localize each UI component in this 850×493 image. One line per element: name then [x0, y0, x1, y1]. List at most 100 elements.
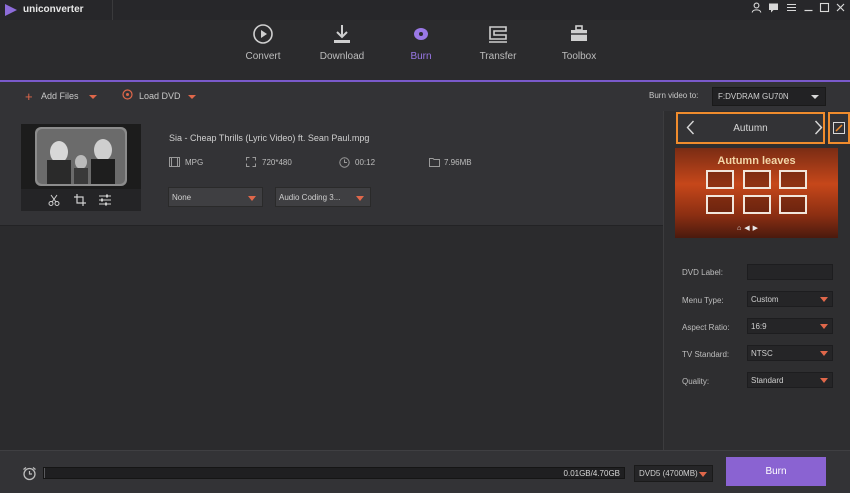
disc-icon — [122, 89, 133, 102]
edit-icon — [833, 122, 845, 134]
add-files-button[interactable]: Add Files — [41, 91, 79, 101]
tab-download[interactable]: Download — [303, 20, 381, 80]
load-dvd-button[interactable]: Load DVD — [139, 91, 181, 101]
tab-toolbox-label: Toolbox — [561, 51, 597, 62]
folder-icon — [429, 158, 440, 167]
disc-capacity-bar: 0.01GB/4.70GB — [43, 467, 625, 479]
file-item[interactable]: Sia - Cheap Thrills (Lyric Video) ft. Se… — [0, 111, 663, 226]
chevron-down-icon — [820, 324, 828, 329]
resolution-icon — [246, 157, 256, 167]
load-dvd-dropdown-icon[interactable] — [188, 95, 196, 99]
tab-burn[interactable]: Burn — [382, 20, 460, 80]
menu-type-value: Custom — [751, 295, 779, 304]
chevron-down-icon — [356, 196, 364, 201]
tab-convert-label: Convert — [245, 51, 281, 62]
file-format: MPG — [185, 158, 204, 167]
disc-type-select[interactable]: DVD5 (4700MB) — [634, 465, 713, 482]
file-name: Sia - Cheap Thrills (Lyric Video) ft. Se… — [169, 133, 370, 143]
crop-icon[interactable] — [74, 194, 86, 206]
video-thumbnail[interactable] — [21, 124, 141, 189]
chevron-down-icon — [811, 95, 819, 99]
tab-convert[interactable]: Convert — [224, 20, 302, 80]
chevron-down-icon — [699, 472, 707, 477]
file-resolution: 720*480 — [262, 158, 292, 167]
plus-icon: + — [25, 89, 33, 104]
maximize-icon[interactable] — [817, 2, 831, 16]
tab-burn-label: Burn — [410, 51, 432, 62]
preview-chapter-box — [706, 195, 734, 214]
tab-transfer-label: Transfer — [479, 51, 517, 62]
chevron-down-icon — [820, 351, 828, 356]
burn-target-value: F:DVDRAM GU70N — [718, 92, 789, 101]
dvd-label-field[interactable] — [747, 264, 833, 280]
preview-chapter-box — [779, 170, 807, 189]
app-title: uniconverter — [23, 4, 84, 15]
convert-icon — [253, 24, 273, 44]
clock-icon — [339, 157, 350, 168]
feedback-icon[interactable] — [766, 2, 780, 16]
next-template-button[interactable] — [814, 120, 823, 139]
user-icon[interactable] — [749, 2, 763, 16]
tv-standard-value: NTSC — [751, 349, 773, 358]
close-icon[interactable] — [833, 2, 847, 16]
file-duration: 00:12 — [355, 158, 376, 167]
preview-chapter-box — [779, 195, 807, 214]
subtitle-select-value: None — [172, 193, 192, 202]
toolbar: + Add Files Load DVD Burn video to: F:DV… — [0, 82, 850, 111]
quality-select[interactable]: Standard — [747, 372, 833, 388]
chevron-down-icon — [820, 297, 828, 302]
dvd-label-label: DVD Label: — [682, 268, 723, 277]
disc-type-value: DVD5 (4700MB) — [639, 469, 698, 478]
template-selector: Autumn — [676, 112, 825, 144]
audio-track-select[interactable]: Audio Coding 3... — [275, 187, 371, 207]
menu-type-label: Menu Type: — [682, 296, 724, 305]
burn-target-select[interactable]: F:DVDRAM GU70N — [712, 87, 826, 106]
effects-icon[interactable] — [99, 194, 111, 206]
menu-type-select[interactable]: Custom — [747, 291, 833, 307]
tv-standard-label: TV Standard: — [682, 350, 730, 359]
alarm-clock-icon[interactable] — [22, 466, 37, 481]
toolbox-icon — [571, 25, 587, 41]
aspect-ratio-value: 16:9 — [751, 322, 767, 331]
template-name: Autumn — [733, 123, 768, 134]
burn-icon — [414, 28, 428, 40]
download-icon — [334, 25, 350, 43]
minimize-icon[interactable] — [801, 2, 815, 16]
file-size: 7.96MB — [444, 158, 472, 167]
quality-label: Quality: — [682, 377, 710, 386]
tab-download-label: Download — [319, 51, 365, 62]
preview-chapter-box — [706, 170, 734, 189]
edit-template-button[interactable] — [828, 112, 850, 144]
add-files-dropdown-icon[interactable] — [89, 95, 97, 99]
aspect-ratio-select[interactable]: 16:9 — [747, 318, 833, 334]
menu-icon[interactable] — [784, 2, 798, 16]
title-bar: uniconverter — [0, 0, 850, 20]
preview-chapter-box — [743, 195, 771, 214]
dvd-settings-panel: Autumn Autumn leaves ⌂◀▶ DVD Label: Menu… — [663, 111, 850, 450]
preview-chapter-box — [743, 170, 771, 189]
disc-capacity-text: 0.01GB/4.70GB — [563, 469, 620, 478]
template-preview[interactable]: Autumn leaves ⌂◀▶ — [675, 148, 838, 238]
chevron-down-icon — [248, 196, 256, 201]
thumbnail-tools — [21, 189, 141, 211]
transfer-icon — [489, 26, 507, 43]
burn-to-label: Burn video to: — [649, 91, 699, 100]
aspect-ratio-label: Aspect Ratio: — [682, 323, 730, 332]
chevron-down-icon — [820, 378, 828, 383]
disc-capacity-fill — [44, 468, 46, 478]
quality-value: Standard — [751, 376, 784, 385]
template-preview-title: Autumn leaves — [717, 155, 796, 167]
burn-button[interactable]: Burn — [726, 457, 826, 486]
tab-transfer[interactable]: Transfer — [459, 20, 537, 80]
main-nav: Convert Download Burn Transfer Toolbox — [0, 20, 850, 80]
file-list: Sia - Cheap Thrills (Lyric Video) ft. Se… — [0, 111, 663, 450]
subtitle-select[interactable]: None — [168, 187, 263, 207]
trim-icon[interactable] — [48, 194, 60, 206]
bottom-bar: 0.01GB/4.70GB DVD5 (4700MB) Burn — [0, 450, 850, 493]
audio-track-select-value: Audio Coding 3... — [279, 193, 341, 202]
format-icon — [169, 157, 180, 167]
app-logo-icon — [5, 4, 17, 16]
preview-nav-icons: ⌂◀▶ — [737, 225, 761, 232]
tab-toolbox[interactable]: Toolbox — [540, 20, 618, 80]
tv-standard-select[interactable]: NTSC — [747, 345, 833, 361]
